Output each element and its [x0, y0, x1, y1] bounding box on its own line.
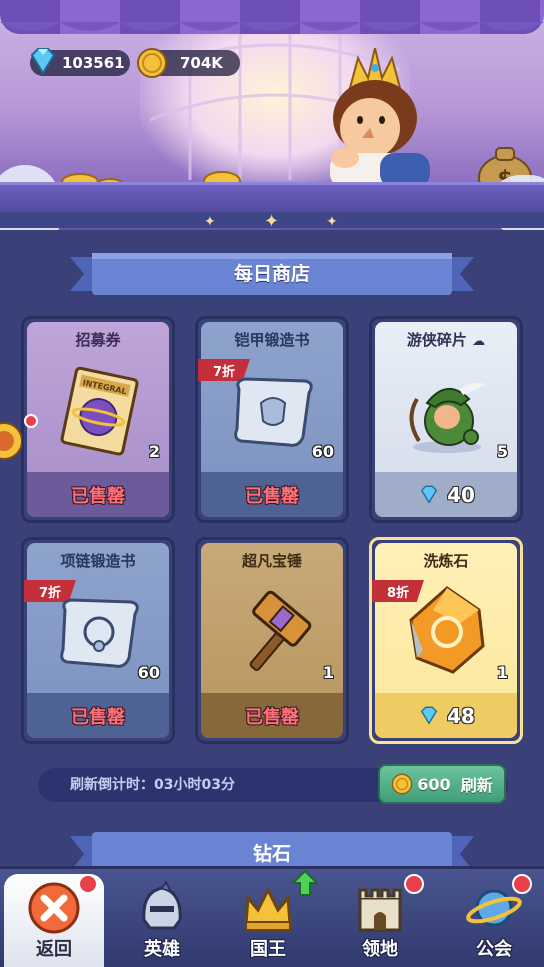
king-character — [330, 48, 430, 188]
gold-counter: 704K — [137, 48, 240, 78]
refine-stone-icon — [409, 586, 485, 674]
buy-button[interactable]: 48 — [375, 693, 517, 738]
notification-dot — [78, 874, 98, 894]
item-name: 超凡宝锤 — [241, 552, 302, 570]
gold-amount: 704K — [180, 54, 223, 72]
refresh-button[interactable]: 600 刷新 — [378, 764, 506, 804]
notification-dot — [24, 414, 38, 428]
nav-label: 国王 — [250, 939, 286, 960]
nav-heroes[interactable]: 英雄 — [112, 874, 212, 967]
price-value: 48 — [447, 703, 475, 728]
shop-item-card[interactable]: 招募券 INTEGRAL 2 已售罄 — [21, 316, 175, 523]
item-quantity: 5 — [496, 442, 508, 461]
card-footer: 已售罄 — [27, 693, 169, 738]
close-icon — [28, 882, 80, 934]
sold-out-label: 已售罄 — [71, 706, 125, 728]
sparkle: ✦ — [204, 214, 216, 230]
card-footer: 已售罄 — [201, 472, 343, 517]
sparkle: ✦ — [326, 214, 338, 230]
sold-out-label: 已售罄 — [245, 706, 299, 728]
gold-coin-icon — [391, 773, 413, 795]
item-name: 游侠碎片 ☁ — [372, 329, 520, 350]
refresh-cost: 600 — [417, 774, 451, 794]
shop-item-card[interactable]: 项链锻造书 7折 60 已售罄 — [21, 537, 175, 744]
refresh-label: 刷新 — [460, 776, 493, 795]
ranger-shard-icon — [409, 382, 485, 453]
card-footer: 已售罄 — [201, 693, 343, 738]
buy-button[interactable]: 40 — [375, 472, 517, 517]
item-quantity: 60 — [311, 442, 334, 461]
price-value: 40 — [447, 482, 475, 507]
card-footer: 已售罄 — [27, 472, 169, 517]
nav-label: 领地 — [362, 939, 398, 960]
item-name: 项链锻造书 — [60, 552, 136, 570]
diamond-icon — [420, 706, 438, 725]
sold-out-label: 已售罄 — [245, 485, 299, 507]
hammer-icon — [249, 590, 312, 671]
sparkle: ✦ — [264, 211, 280, 230]
nav-label: 公会 — [476, 939, 512, 960]
item-name-text: 游侠碎片 — [406, 331, 467, 349]
curtain-scallop — [0, 22, 544, 31]
diamond-icon — [420, 485, 438, 504]
necklace-scroll-icon — [60, 598, 139, 668]
item-name: 铠甲锻造书 — [234, 331, 310, 349]
side-event-icon[interactable] — [0, 410, 22, 472]
item-quantity: 1 — [496, 663, 508, 682]
sold-out-label: 已售罄 — [71, 485, 125, 507]
item-name: 洗炼石 — [423, 552, 469, 570]
nav-label: 返回 — [36, 939, 72, 960]
armor-scroll-icon — [234, 377, 313, 447]
gold-coin-icon — [137, 48, 167, 78]
item-quantity: 2 — [148, 442, 160, 461]
notification-dot — [404, 874, 424, 894]
recruit-ticket-icon: INTEGRAL — [60, 366, 139, 456]
castle-icon — [358, 888, 402, 932]
shop-item-card[interactable]: 游侠碎片 ☁ 5 40 — [369, 316, 523, 523]
shop-banner: $ ✦ ✦ ✦ 103561 704K — [0, 0, 544, 230]
refresh-countdown: 刷新倒计时：03小时03分 — [70, 777, 235, 793]
gem-amount: 103561 — [62, 54, 125, 72]
shop-title: 每日商店 — [233, 263, 310, 285]
price-label: 48 — [417, 704, 475, 728]
item-name: 招募券 — [75, 331, 121, 349]
price-label: 40 — [417, 483, 475, 507]
gem-counter: 103561 — [30, 48, 130, 76]
upgrade-arrow-icon — [292, 870, 318, 896]
shop-item-card[interactable]: 铠甲锻造书 7折 60 已售罄 — [195, 316, 349, 523]
notification-dot — [512, 874, 532, 894]
shard-icon: ☁ — [472, 334, 486, 349]
item-quantity: 1 — [322, 663, 334, 682]
shop-item-card[interactable]: 超凡宝锤 1 已售罄 — [195, 537, 349, 744]
crown-icon — [244, 886, 292, 931]
diamond-icon — [30, 48, 56, 75]
helmet-icon — [142, 880, 182, 930]
shop-item-card[interactable]: 洗炼石 8折 1 48 — [369, 537, 523, 744]
nav-label: 英雄 — [144, 939, 180, 960]
item-quantity: 60 — [137, 663, 160, 682]
